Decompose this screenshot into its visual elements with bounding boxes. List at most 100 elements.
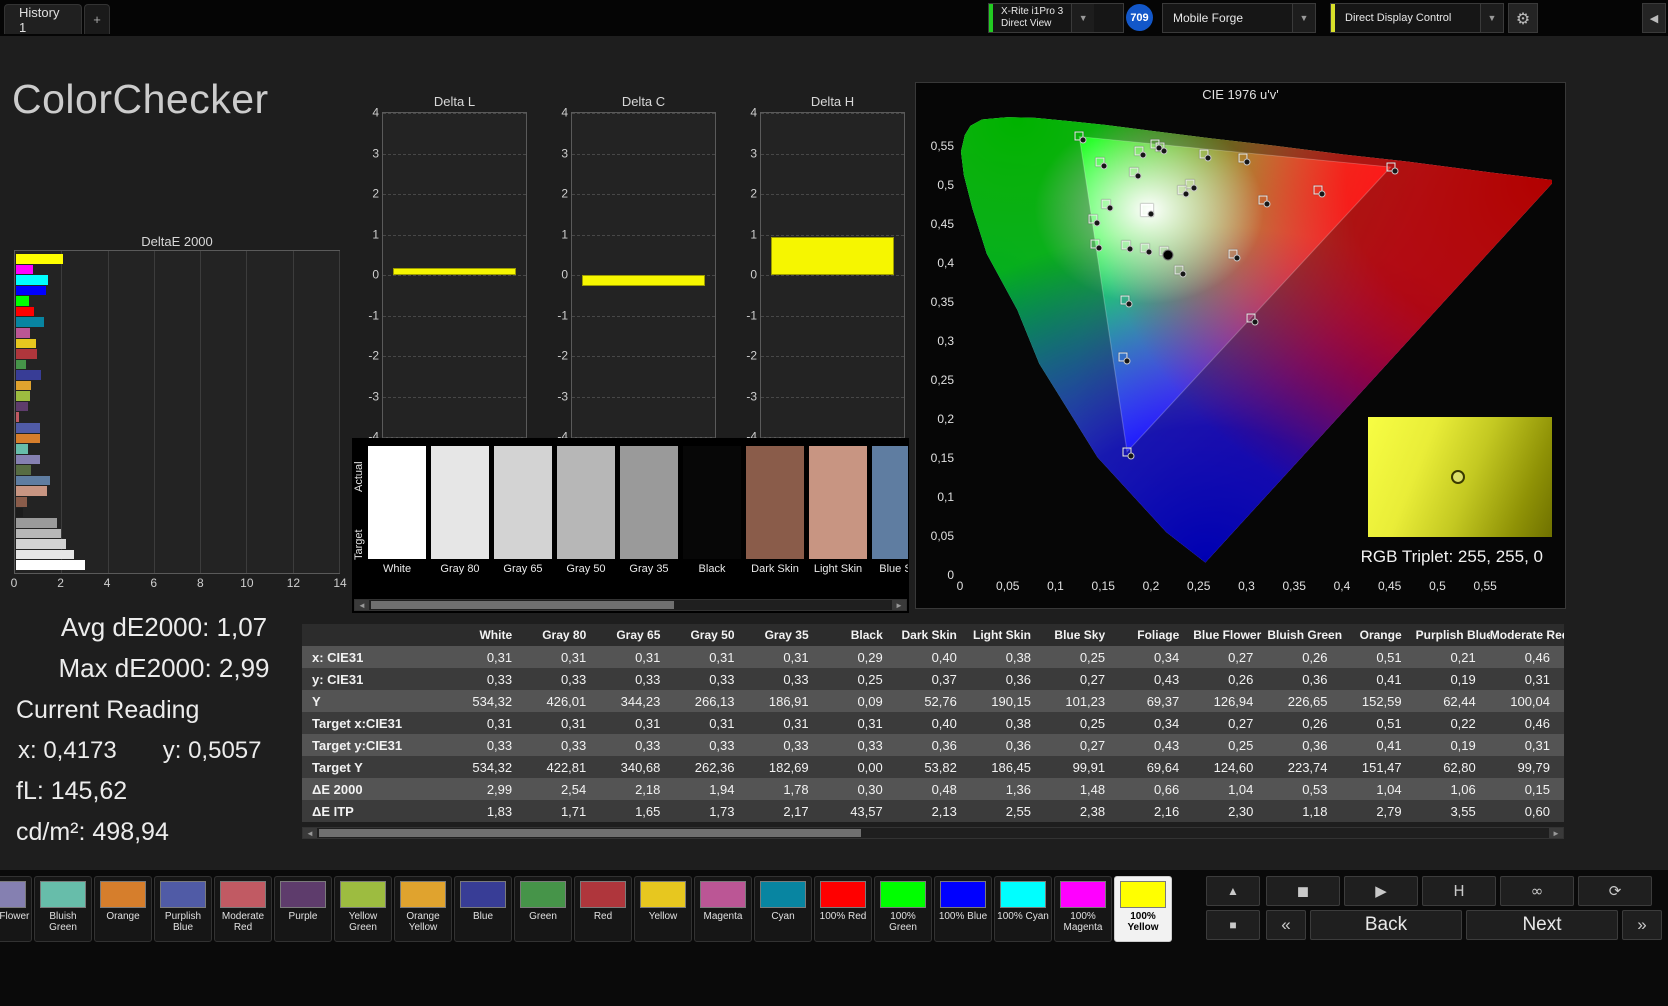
scroll-thumb[interactable] (371, 601, 675, 609)
patch-purplish-blue[interactable]: Purplish Blue (154, 876, 212, 942)
column-header-dark-skin: Dark Skin (896, 624, 971, 646)
blank-patch-button[interactable]: ■ (1206, 910, 1260, 940)
scroll-left-icon[interactable]: ◄ (355, 600, 369, 610)
table-row-e-itp: ΔE ITP 1,83 1,71 1,65 1,73 2,17 43,57 2,13 2,55 2… (302, 800, 1564, 822)
collapse-panel-button[interactable]: ◀ (1642, 3, 1666, 33)
scroll-track[interactable] (317, 828, 1549, 838)
patch-magenta[interactable]: Magenta (694, 876, 752, 942)
column-header-light-skin: Light Skin (970, 624, 1045, 646)
axis-tick: 4 (372, 105, 379, 120)
patch-100-cyan[interactable]: 100% Cyan (994, 876, 1052, 942)
cie-actual-orange-yellow (1204, 154, 1212, 162)
swatch-gray-35[interactable]: Gray 35 (620, 446, 678, 575)
zoom-current-point-icon (1450, 469, 1465, 484)
deltae-bar-dark-skin (16, 496, 28, 507)
patch-100-green[interactable]: 100% Green (874, 876, 932, 942)
add-tab-button[interactable]: + (84, 4, 110, 34)
chevron-down-icon[interactable]: ▼ (1292, 4, 1315, 32)
patch-label: 100% Yellow (1127, 911, 1159, 933)
patch-color (520, 881, 566, 908)
play-button[interactable]: ▶ (1344, 876, 1418, 906)
gridline (383, 113, 526, 114)
swatch-gray-80[interactable]: Gray 80 (431, 446, 489, 575)
patch-selection-bar: Blue Flower Bluish Green Orange Purplish Bl… (0, 870, 1668, 1006)
patch-purple[interactable]: Purple (274, 876, 332, 942)
patch-blue[interactable]: Blue (454, 876, 512, 942)
swatch-light-skin[interactable]: Light Skin (809, 446, 867, 575)
cell: 1,73 (709, 803, 735, 819)
swatch-black[interactable]: Black (683, 446, 741, 575)
patch-100-yellow[interactable]: 100% Yellow (1114, 876, 1172, 942)
next-fast-button[interactable]: » (1622, 910, 1662, 940)
swatch-label: Gray 65 (503, 563, 543, 575)
colorspace-709-badge[interactable]: 709 (1126, 4, 1153, 31)
back-fast-button[interactable]: « (1266, 910, 1306, 940)
next-button[interactable]: Next (1466, 910, 1618, 940)
patch-orange-yellow[interactable]: Orange Yellow (394, 876, 452, 942)
swatch-label: Black (698, 563, 726, 575)
stop-button[interactable]: ◼ (1266, 876, 1340, 906)
swatch-blue-sky[interactable]: Blue Sky (872, 446, 908, 575)
display-control-selector[interactable]: Direct Display Control ▼ (1330, 3, 1504, 33)
chevron-down-icon[interactable]: ▼ (1480, 4, 1503, 32)
expand-patch-list-button[interactable]: ▲ (1206, 876, 1260, 906)
patch-100-red[interactable]: 100% Red (814, 876, 872, 942)
patch-cyan[interactable]: Cyan (754, 876, 812, 942)
deltae-bar-purplish-blue (16, 423, 41, 433)
cell: 0,21 (1450, 649, 1476, 665)
scroll-left-icon[interactable]: ◄ (303, 828, 317, 838)
patch-100-magenta[interactable]: 100% Magenta (1054, 876, 1112, 942)
patch-orange[interactable]: Orange (94, 876, 152, 942)
cell: 0,46 (1524, 649, 1550, 665)
swatch-gray-50[interactable]: Gray 50 (557, 446, 615, 575)
patch-moderate-red[interactable]: Moderate Red (214, 876, 272, 942)
patch-green[interactable]: Green (514, 876, 572, 942)
gridline (761, 396, 904, 398)
swatch-label: Gray 35 (629, 563, 669, 575)
hold-icon: H (1453, 882, 1465, 900)
swatch-white[interactable]: White (368, 446, 426, 575)
table-row-y-cie31: y: CIE31 0,33 0,33 0,33 0,33 0,33 0,25 0,37 0,36… (302, 668, 1564, 690)
scroll-right-icon[interactable]: ► (1549, 828, 1563, 838)
deltae-bar-blue-flower (16, 454, 40, 465)
chevron-down-icon[interactable]: ▼ (1071, 4, 1095, 32)
patch-yellow-green[interactable]: Yellow Green (334, 876, 392, 942)
cell: 2,38 (1079, 803, 1106, 819)
cell: 0,36 (1302, 671, 1328, 687)
meter-selector[interactable]: X-Rite i1Pro 3 Direct View ▼ (988, 3, 1124, 33)
scroll-thumb[interactable] (319, 829, 862, 837)
meter-line2: Direct View (1001, 18, 1052, 29)
patch-yellow[interactable]: Yellow (634, 876, 692, 942)
tab-history-label: History 1 (19, 4, 60, 35)
patch-red[interactable]: Red (574, 876, 632, 942)
patch-color (160, 881, 206, 908)
table-scrollbar[interactable]: ◄ ► (302, 827, 1564, 839)
settings-button[interactable]: ⚙ (1508, 3, 1538, 33)
swatch-gray-65[interactable]: Gray 65 (494, 446, 552, 575)
tab-history-1[interactable]: History 1 (4, 4, 82, 35)
source-selector[interactable]: Mobile Forge ▼ (1162, 3, 1316, 33)
patch-bluish-green[interactable]: Bluish Green (34, 876, 92, 942)
deltae-bar-100-red (16, 306, 35, 317)
scroll-track[interactable] (369, 600, 892, 610)
patch-color (1060, 881, 1106, 908)
delta-bar (393, 267, 516, 275)
row-label: ΔE ITP (312, 803, 354, 819)
cie-xtick: 0,05 (996, 579, 1020, 593)
swatch-label: Gray 80 (440, 563, 480, 575)
continuous-button[interactable]: ∞ (1500, 876, 1574, 906)
scroll-right-icon[interactable]: ► (892, 600, 906, 610)
cell: 2,30 (1228, 803, 1254, 819)
swatch-scrollbar[interactable]: ◄ ► (354, 599, 907, 611)
row-label: y: CIE31 (312, 671, 364, 687)
column-header-gray-35: Gray 35 (748, 624, 823, 646)
refresh-button[interactable]: ⟳ (1578, 876, 1652, 906)
cie-actual-100-blue (1127, 452, 1135, 460)
back-button[interactable]: Back (1310, 910, 1462, 940)
swatch-dark-skin[interactable]: Dark Skin (746, 446, 804, 575)
hold-button[interactable]: H (1422, 876, 1496, 906)
badge-label: 709 (1130, 11, 1149, 24)
patch-100-blue[interactable]: 100% Blue (934, 876, 992, 942)
deltae-bar-gray-35 (16, 518, 57, 528)
patch-blue-flower[interactable]: Blue Flower (0, 876, 32, 942)
